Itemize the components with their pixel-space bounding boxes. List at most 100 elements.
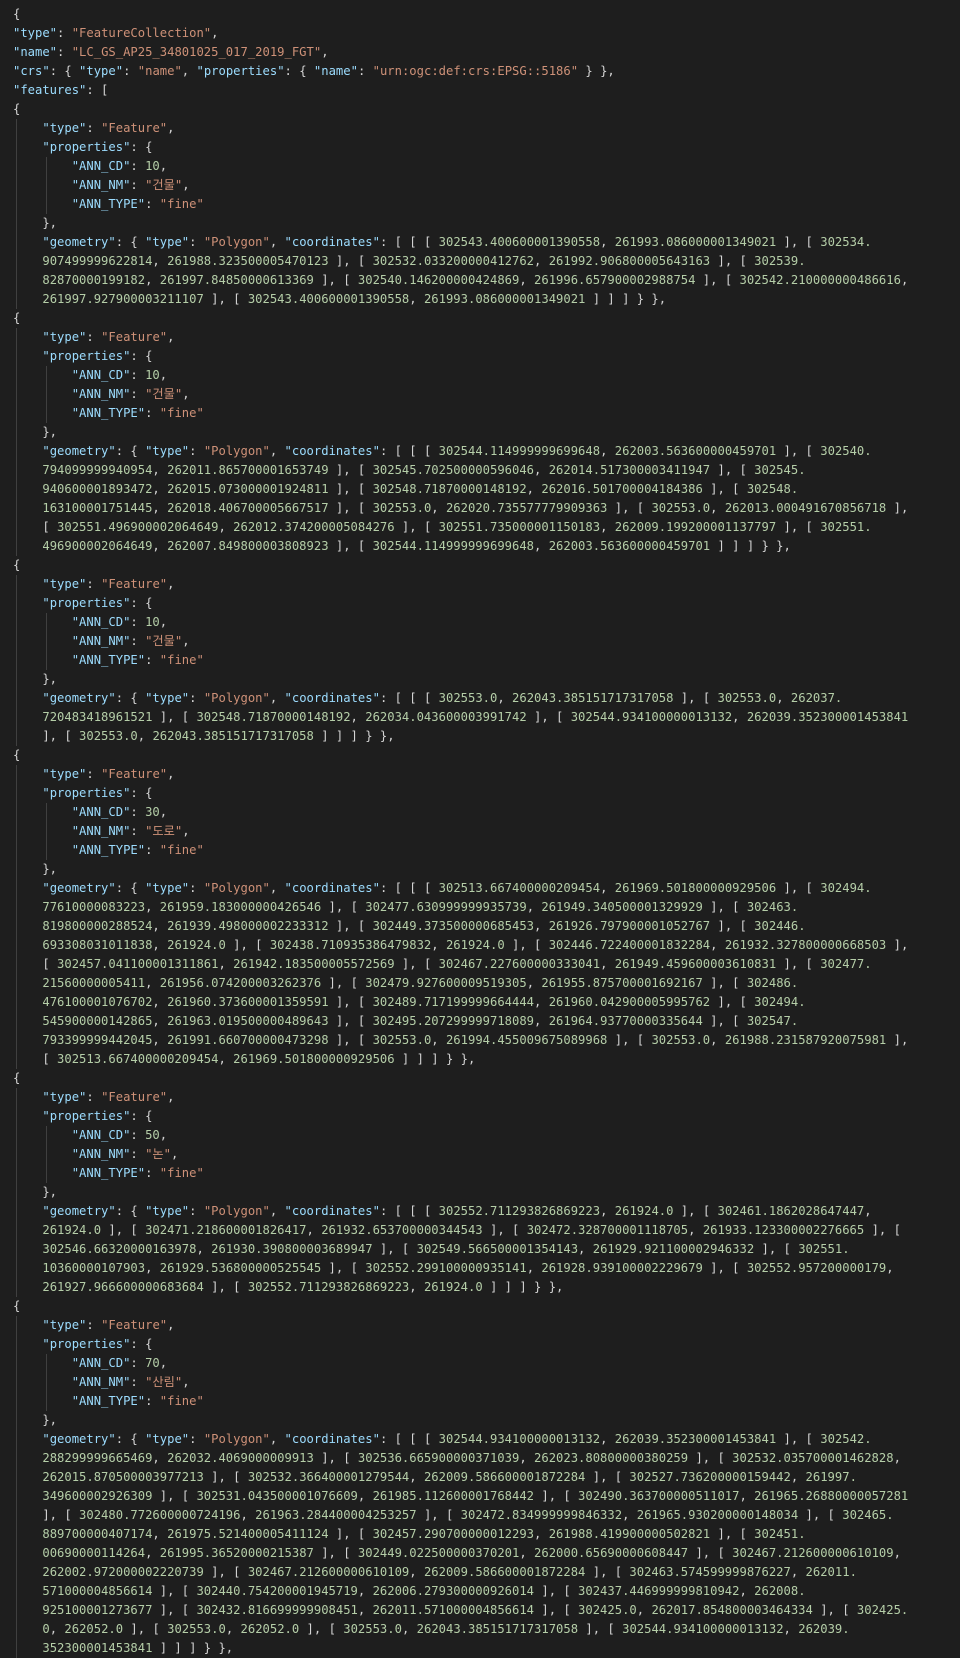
json-number: 940600001893472 [42, 482, 153, 496]
indent-guide [16, 442, 17, 461]
json-punctuation: , [182, 1375, 190, 1389]
json-punctuation: ], [ [688, 1451, 733, 1465]
indent-guide [16, 898, 17, 917]
json-punctuation: ], [ [328, 254, 373, 268]
indent-guide [46, 195, 47, 214]
json-number: 302494. [820, 881, 872, 895]
json-punctuation: : [130, 1356, 146, 1370]
json-number: 261964.93770000335644 [548, 1014, 703, 1028]
json-punctuation [13, 368, 72, 382]
json-punctuation [13, 1622, 42, 1636]
indent-guide [16, 1278, 17, 1297]
indent-guide [16, 1544, 17, 1563]
json-punctuation: , [269, 235, 285, 249]
json-key: "coordinates" [284, 1432, 380, 1446]
indent-guide [16, 518, 17, 537]
json-punctuation: , [534, 539, 549, 553]
json-punctuation: , [159, 1128, 168, 1142]
indent-guide [16, 347, 17, 366]
json-number: 261928.939100002229679 [541, 1261, 703, 1275]
code-editor[interactable]: {"type": "FeatureCollection", "name": "LC… [0, 0, 960, 1658]
json-punctuation: : [130, 368, 146, 382]
json-punctuation: ], [ [372, 1242, 417, 1256]
json-number: 302553.0 [438, 691, 498, 705]
indent-guide [16, 1639, 17, 1658]
json-punctuation: , [182, 824, 190, 838]
json-number: 302463. [746, 900, 799, 914]
json-punctuation: : { [130, 349, 153, 363]
json-punctuation [13, 577, 42, 591]
json-number: 261932.653700000344543 [321, 1223, 483, 1237]
json-number: 794099999940954 [42, 463, 153, 477]
json-number: 302552.957200000179 [746, 1261, 887, 1275]
json-number: 302532.033200000412762 [372, 254, 535, 268]
code-line: 262015.870500003977213 ], [ 302532.36640… [13, 1468, 960, 1487]
json-punctuation: : [130, 387, 146, 401]
json-string: "Feature" [101, 1318, 168, 1332]
json-key: "properties" [196, 64, 285, 78]
json-punctuation: , [321, 45, 329, 59]
json-punctuation: ], [ [203, 292, 248, 306]
json-punctuation: : { [49, 64, 80, 78]
json-punctuation: ], [ [673, 691, 718, 705]
indent-guide [46, 651, 47, 670]
indent-guide [16, 1050, 17, 1069]
json-punctuation: , [710, 501, 725, 515]
json-number: 262011.571000004856614 [372, 1603, 535, 1617]
json-number: 302472.834999999846332 [460, 1508, 623, 1522]
json-punctuation [13, 121, 42, 135]
json-number: 261997.84850000613369 [159, 273, 314, 287]
code-line: "ANN_CD": 10, [13, 366, 960, 385]
indent-guide [16, 1411, 17, 1430]
json-number: 261991.660700000473298 [167, 1033, 329, 1047]
indent-guide [16, 138, 17, 157]
json-punctuation: , [790, 1565, 806, 1579]
json-punctuation: ], [ [203, 1280, 248, 1294]
json-punctuation: ], [ [776, 881, 821, 895]
json-number: 262039.352300001453841 [614, 1432, 777, 1446]
json-string: "FeatureCollection" [71, 26, 212, 40]
json-number: 302552.711293826869223 [247, 1280, 410, 1294]
json-number: 302553.0 [651, 501, 711, 515]
json-string: "건물" [145, 387, 183, 401]
json-string: "건물" [145, 634, 183, 648]
json-punctuation: , [159, 1356, 168, 1370]
json-punctuation: , [710, 938, 725, 952]
json-punctuation: , [739, 1489, 755, 1503]
indent-guide [16, 594, 17, 613]
json-punctuation: , [269, 881, 285, 895]
json-punctuation: , [152, 919, 168, 933]
json-punctuation [13, 843, 72, 857]
json-punctuation [13, 881, 42, 895]
json-punctuation: , [526, 482, 542, 496]
code-line: }, [13, 860, 960, 879]
json-number: 302543.400600001390558 [247, 292, 410, 306]
json-punctuation: : { [130, 596, 153, 610]
json-number: 302553.0 [167, 1622, 226, 1636]
json-punctuation [13, 349, 42, 363]
json-number: 907499999622814 [42, 254, 153, 268]
json-punctuation: : [189, 881, 204, 895]
json-punctuation: ], [886, 1033, 909, 1047]
json-number: 261942.183500005572569 [233, 957, 395, 971]
json-number: 302463.574599999876227 [629, 1565, 791, 1579]
json-number: 302495.207299999718089 [372, 1014, 535, 1028]
json-punctuation: ], [886, 501, 909, 515]
json-punctuation: , [409, 1565, 424, 1579]
code-line: { [13, 746, 960, 765]
json-punctuation: , [269, 444, 285, 458]
json-punctuation: , [167, 1318, 175, 1332]
json-punctuation: , [534, 1527, 549, 1541]
json-number: 302553.0 [651, 1033, 711, 1047]
json-punctuation: ], [ [534, 1584, 579, 1598]
json-key: "ANN_TYPE" [71, 653, 146, 667]
json-string: "건물" [145, 178, 183, 192]
json-number: 261932.327800000668503 [724, 938, 887, 952]
code-line: "ANN_CD": 10, [13, 157, 960, 176]
code-line: 720483418961521 ], [ 302548.718700001481… [13, 708, 960, 727]
json-punctuation: , [152, 1033, 168, 1047]
json-key: "type" [42, 767, 87, 781]
indent-guide [16, 1563, 17, 1582]
json-number: 10 [145, 615, 160, 629]
json-string: "fine" [159, 1166, 204, 1180]
